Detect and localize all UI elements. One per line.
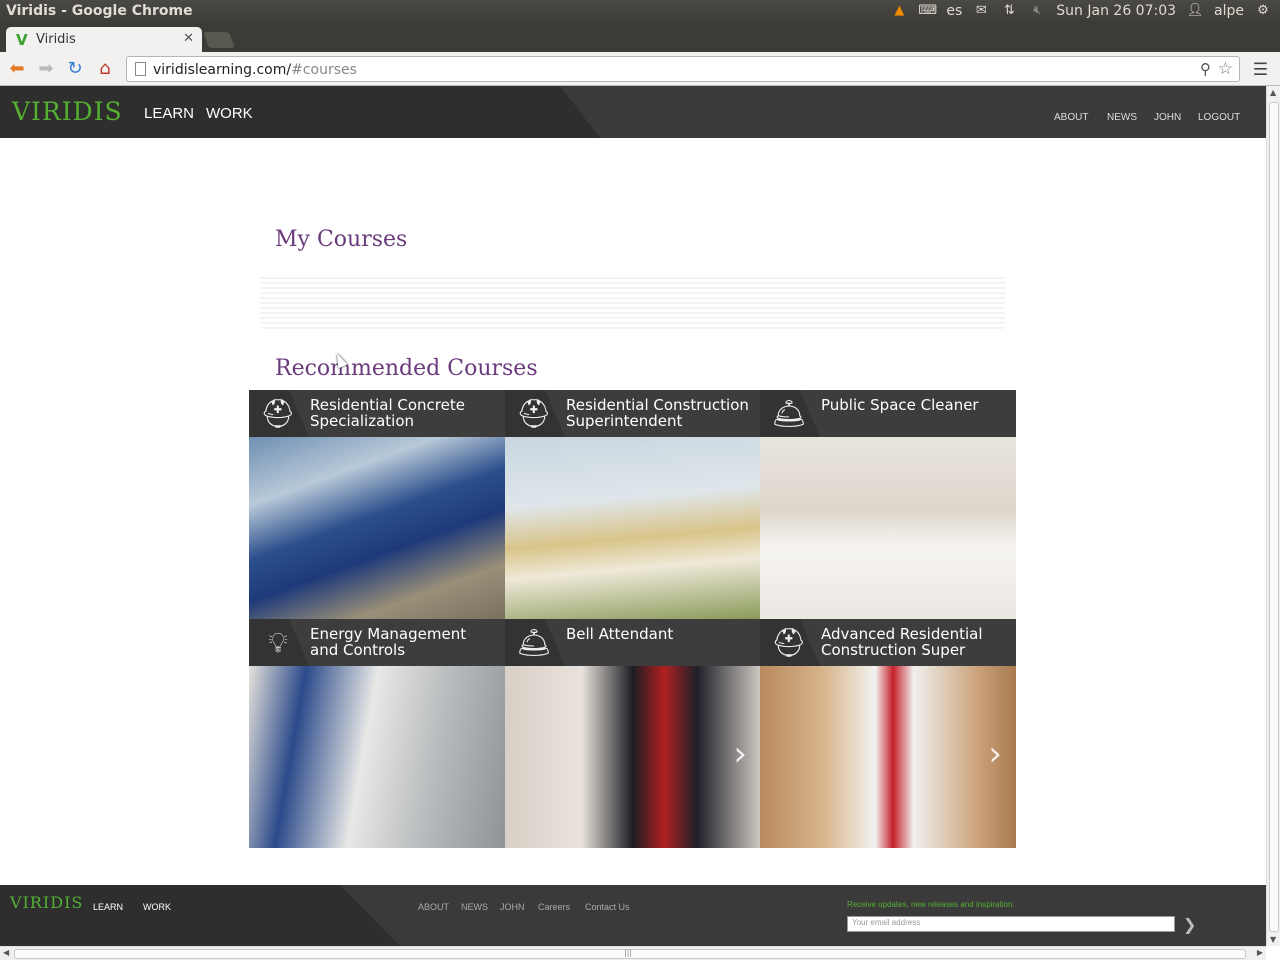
tab-title: Viridis [36, 32, 76, 47]
course-grid: ⛑ Residential Concrete Specialization ⛑ … [249, 390, 1016, 848]
new-tab-button[interactable] [203, 32, 235, 48]
vlc-icon[interactable]: ▲ [890, 3, 908, 19]
clock[interactable]: Sun Jan 26 07:03 [1056, 3, 1176, 19]
page-viewport: VIRIDIS LEARN WORK ABOUT NEWS JOHN LOGOU… [0, 86, 1266, 946]
volume-muted-icon[interactable]: 🔇︎ [1028, 3, 1046, 19]
system-tray: ▲ ⌨ es ✉ ⇅ 🔇︎ Sun Jan 26 07:03 👤︎ alpe ⚙ [890, 3, 1272, 19]
course-photo-construction-supervisors[interactable] [505, 437, 761, 619]
zoom-icon[interactable]: ⚲ [1200, 60, 1211, 78]
service-bell-icon: 🛎︎ [516, 626, 552, 659]
next-arrow-icon[interactable]: › [988, 734, 1002, 774]
footer-learn-link[interactable]: LEARN [93, 902, 123, 912]
back-icon[interactable]: ⬅ [6, 58, 28, 80]
lightbulb-icon: 💡︎ [268, 626, 288, 659]
newsletter-submit-arrow-icon[interactable]: ❯ [1183, 915, 1196, 934]
service-bell-icon: 🛎︎ [771, 397, 807, 430]
course-card[interactable]: 🛎︎ Bell Attendant › [505, 619, 761, 848]
site-footer: VIRIDIS LEARN WORK ABOUT NEWS JOHN Caree… [0, 885, 1266, 946]
keyboard-layout[interactable]: es [946, 3, 962, 19]
horizontal-scrollbar[interactable]: ◀ ||| ▶ [0, 946, 1266, 960]
footer-news-link[interactable]: NEWS [461, 902, 488, 912]
course-card[interactable]: ⛑ Residential Concrete Specialization [249, 390, 505, 619]
course-title[interactable]: Residential Concrete Specialization [310, 397, 499, 429]
nav-learn[interactable]: LEARN [144, 105, 194, 122]
viridis-favicon-icon: V [16, 31, 28, 49]
course-card[interactable]: ⛑ Advanced Residential Construction Supe… [760, 619, 1016, 848]
vertical-scroll-thumb[interactable] [1269, 102, 1279, 932]
scroll-up-icon[interactable]: ▲ [1270, 88, 1276, 97]
star-icon[interactable]: ☆ [1218, 59, 1233, 79]
os-top-bar: Viridis - Google Chrome ▲ ⌨ es ✉ ⇅ 🔇︎ Su… [0, 0, 1280, 24]
address-bar[interactable]: viridislearning.com/#courses ⚲ ☆ [126, 56, 1240, 82]
course-photo-construction-manager[interactable] [760, 666, 1016, 848]
power-gear-icon[interactable]: ⚙ [1254, 3, 1272, 19]
footer-about-link[interactable]: ABOUT [418, 902, 449, 912]
nav-john[interactable]: JOHN [1154, 112, 1181, 123]
menu-icon[interactable]: ☰ [1253, 60, 1268, 80]
nav-about[interactable]: ABOUT [1054, 112, 1088, 123]
course-title[interactable]: Public Space Cleaner [821, 397, 1010, 413]
hardhat-icon: ⛑ [771, 626, 807, 659]
window-title: Viridis - Google Chrome [6, 3, 193, 19]
hardhat-icon: ⛑ [516, 397, 552, 430]
footer-careers-link[interactable]: Careers [538, 902, 570, 912]
user-name[interactable]: alpe [1214, 3, 1244, 19]
user-icon: 👤︎ [1186, 3, 1204, 18]
footer-john-link[interactable]: JOHN [500, 902, 525, 912]
course-title[interactable]: Bell Attendant [566, 626, 755, 642]
mail-icon[interactable]: ✉ [972, 3, 990, 19]
tab-strip: V Viridis ✕ [0, 24, 1280, 52]
scroll-grip-icon: ||| [624, 948, 633, 957]
vertical-scrollbar[interactable]: ▲ ▼ [1266, 86, 1280, 946]
home-icon[interactable]: ⌂ [94, 58, 116, 80]
scroll-right-icon[interactable]: ▶ [1257, 948, 1263, 957]
site-header: VIRIDIS LEARN WORK ABOUT NEWS JOHN LOGOU… [0, 86, 1266, 138]
forward-icon[interactable]: ➡ [35, 58, 57, 80]
course-title[interactable]: Residential Construction Superintendent [566, 397, 755, 429]
course-title[interactable]: Energy Management and Controls [310, 626, 499, 658]
nav-logout[interactable]: LOGOUT [1198, 112, 1240, 123]
my-courses-loading-placeholder [260, 275, 1005, 329]
newsletter-label: Receive updates, new releases and inspir… [847, 900, 1015, 909]
course-photo-concrete-worker[interactable] [249, 437, 505, 619]
course-photo-energy-panel[interactable] [249, 666, 505, 848]
next-arrow-icon[interactable]: › [733, 734, 747, 774]
scroll-down-icon[interactable]: ▼ [1270, 935, 1276, 944]
course-title[interactable]: Advanced Residential Construction Super [821, 626, 1010, 658]
site-logo[interactable]: VIRIDIS [12, 97, 123, 126]
course-card[interactable]: 💡︎ Energy Management and Controls [249, 619, 505, 848]
newsletter-email-input[interactable]: Your email address [847, 916, 1175, 932]
course-card[interactable]: 🛎︎ Public Space Cleaner [760, 390, 1016, 619]
nav-news[interactable]: NEWS [1107, 112, 1137, 123]
recommended-courses-title: Recommended Courses [275, 356, 538, 381]
close-tab-icon[interactable]: ✕ [183, 31, 194, 46]
my-courses-title: My Courses [275, 227, 408, 252]
footer-work-link[interactable]: WORK [143, 902, 171, 912]
course-card[interactable]: ⛑ Residential Construction Superintenden… [505, 390, 761, 619]
scroll-left-icon[interactable]: ◀ [3, 948, 9, 957]
course-photo-housekeeping[interactable] [760, 437, 1016, 619]
browser-tab[interactable]: V Viridis ✕ [6, 27, 202, 52]
page-icon [135, 62, 146, 76]
course-photo-bell-attendant[interactable] [505, 666, 761, 848]
footer-logo[interactable]: VIRIDIS [10, 893, 83, 912]
nav-work[interactable]: WORK [206, 105, 253, 122]
keyboard-icon[interactable]: ⌨ [918, 3, 937, 19]
footer-contact-link[interactable]: Contact Us [585, 902, 630, 912]
browser-toolbar: ⬅ ➡ ↻ ⌂ viridislearning.com/#courses ⚲ ☆… [0, 52, 1280, 86]
hardhat-icon: ⛑ [260, 397, 296, 430]
url-text[interactable]: viridislearning.com/#courses [153, 62, 357, 78]
reload-icon[interactable]: ↻ [64, 58, 86, 80]
network-icon[interactable]: ⇅ [1000, 3, 1018, 19]
